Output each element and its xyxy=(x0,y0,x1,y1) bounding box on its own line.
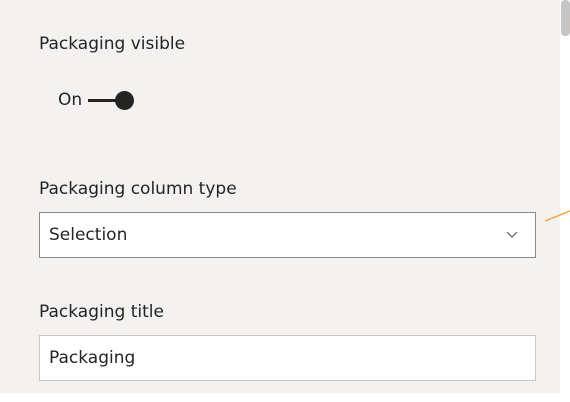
packaging-title-label: Packaging title xyxy=(39,302,164,322)
packaging-column-type-label: Packaging column type xyxy=(39,179,237,199)
packaging-title-input[interactable]: Packaging xyxy=(39,335,536,381)
dropdown-selected-value: Selection xyxy=(49,225,128,245)
toggle-thumb[interactable] xyxy=(115,90,135,110)
format-settings-panel: Packaging visible On Packaging column ty… xyxy=(0,0,560,393)
toggle-track[interactable] xyxy=(88,90,135,110)
callout-arrow-icon xyxy=(545,210,570,222)
packaging-title-value: Packaging xyxy=(49,348,136,368)
packaging-visible-label: Packaging visible xyxy=(39,34,186,54)
packaging-column-type-dropdown[interactable]: Selection xyxy=(39,212,536,258)
chevron-down-icon[interactable] xyxy=(506,228,518,240)
scrollbar-thumb[interactable] xyxy=(561,0,570,36)
toggle-state-label: On xyxy=(58,90,83,110)
packaging-visible-toggle[interactable]: On xyxy=(58,90,135,110)
